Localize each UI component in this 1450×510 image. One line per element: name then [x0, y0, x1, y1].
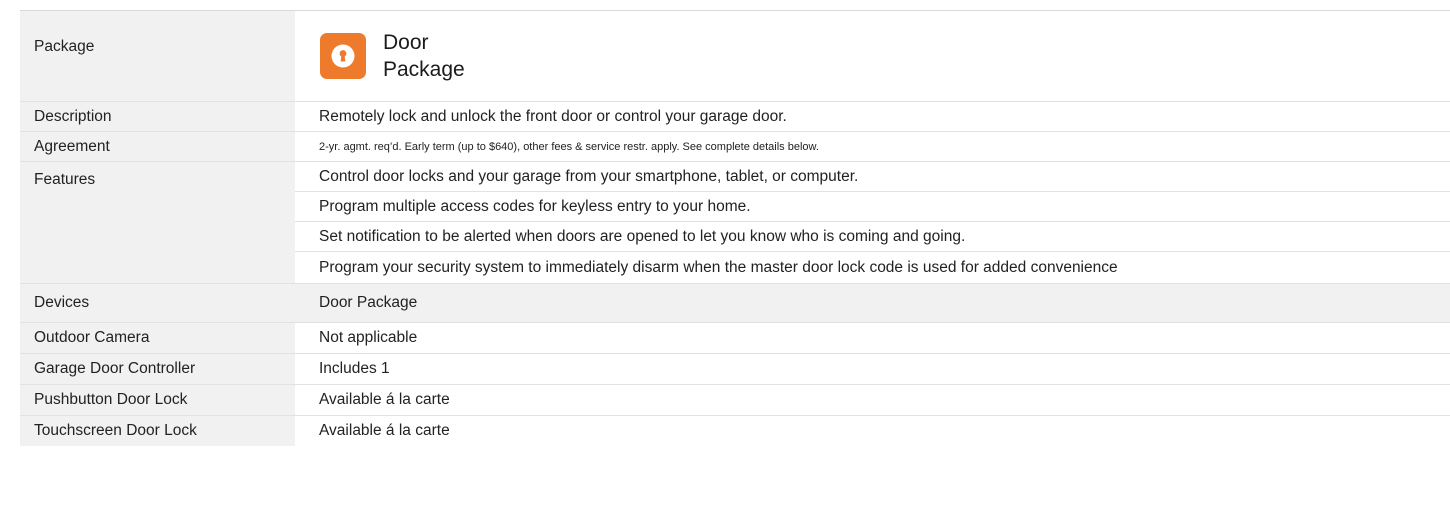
device-row-garage-door-controller: Garage Door Controller Includes 1 — [20, 354, 1450, 385]
devices-value: Door Package — [295, 284, 1450, 322]
device-row-touchscreen-door-lock: Touchscreen Door Lock Available á la car… — [20, 416, 1450, 446]
package-row: Package Door Package — [20, 11, 1450, 102]
agreement-label: Agreement — [20, 132, 295, 161]
device-value: Includes 1 — [319, 360, 390, 377]
device-value: Not applicable — [319, 329, 418, 346]
feature-item: Program your security system to immediat… — [319, 258, 1118, 276]
agreement-row: Agreement 2-yr. agmt. req’d. Early term … — [20, 132, 1450, 162]
device-row-outdoor-camera: Outdoor Camera Not applicable — [20, 323, 1450, 354]
feature-item: Program multiple access codes for keyles… — [295, 192, 1450, 222]
device-label: Pushbutton Door Lock — [20, 385, 295, 415]
package-label: Package — [20, 11, 295, 101]
device-value: Available á la carte — [319, 422, 450, 439]
feature-item: Control door locks and your garage from … — [295, 162, 1450, 192]
package-comparison-table: Package Door Package Description Remotel… — [20, 10, 1450, 446]
package-title-line2: Package — [383, 58, 465, 81]
device-label: Touchscreen Door Lock — [20, 416, 295, 446]
description-value: Remotely lock and unlock the front door … — [319, 107, 787, 125]
package-title: Door Package — [383, 29, 465, 83]
devices-row: Devices Door Package — [20, 284, 1450, 323]
device-row-pushbutton-door-lock: Pushbutton Door Lock Available á la cart… — [20, 385, 1450, 416]
feature-item: Set notification to be alerted when door… — [295, 222, 1450, 252]
package-header: Door Package — [295, 11, 1450, 101]
agreement-value: 2-yr. agmt. req’d. Early term (up to $64… — [319, 140, 819, 153]
description-label: Description — [20, 102, 295, 131]
device-label: Garage Door Controller — [20, 354, 295, 384]
features-row: Features Control door locks and your gar… — [20, 162, 1450, 284]
features-list: Control door locks and your garage from … — [295, 162, 1450, 283]
device-value: Available á la carte — [319, 391, 450, 408]
devices-label: Devices — [20, 284, 295, 322]
keyhole-icon — [320, 33, 366, 79]
description-row: Description Remotely lock and unlock the… — [20, 102, 1450, 132]
features-label: Features — [20, 162, 295, 283]
device-label: Outdoor Camera — [20, 323, 295, 353]
package-title-line1: Door — [383, 31, 429, 54]
